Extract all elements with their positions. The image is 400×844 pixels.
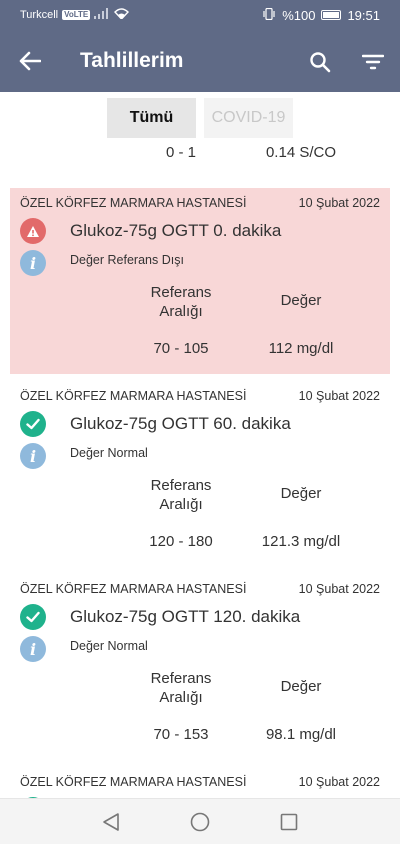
nav-recents-button[interactable] <box>275 809 303 835</box>
result-date: 10 Şubat 2022 <box>298 196 380 210</box>
hospital-name: ÖZEL KÖRFEZ MARMARA HASTANESİ <box>20 196 247 210</box>
status-text: Değer Normal <box>70 639 148 653</box>
result-card[interactable]: ÖZEL KÖRFEZ MARMARA HASTANESİ 10 Şubat 2… <box>10 574 390 760</box>
app-bar: Tahlillerim <box>0 30 400 92</box>
nav-back-icon <box>103 813 119 831</box>
back-arrow-icon <box>19 51 41 71</box>
result-date: 10 Şubat 2022 <box>298 775 380 789</box>
result-value: 0.14 S/CO <box>265 144 337 161</box>
search-button[interactable] <box>300 42 340 82</box>
page-title: Tahlillerim <box>80 49 184 72</box>
info-icon[interactable]: i <box>20 636 46 662</box>
battery-icon <box>321 10 342 20</box>
reference-range-value: 120 - 180 <box>149 533 213 550</box>
status-text: Değer Normal <box>70 446 148 460</box>
reference-range-header: Referans Aralığı <box>150 284 212 320</box>
search-icon <box>310 52 331 73</box>
hospital-name: ÖZEL KÖRFEZ MARMARA HASTANESİ <box>20 389 247 403</box>
carrier-name: Turkcell <box>20 9 59 21</box>
result-date: 10 Şubat 2022 <box>298 389 380 403</box>
result-card[interactable]: ÖZEL KÖRFEZ MARMARA HASTANESİ 10 Şubat 2… <box>10 767 390 798</box>
result-date: 10 Şubat 2022 <box>298 582 380 596</box>
reference-range-value: 0 - 1 <box>165 144 196 161</box>
value-header: Değer <box>280 292 322 309</box>
check-icon <box>20 604 46 630</box>
status-bar: Turkcell VoLTE %100 19:51 <box>0 0 400 30</box>
status-right: %100 19:51 <box>262 7 380 23</box>
previous-result-row: 0 - 1 0.14 S/CO <box>0 144 400 166</box>
value-header: Değer <box>280 678 322 695</box>
status-text: Değer Referans Dışı <box>70 253 184 267</box>
warning-icon <box>20 218 46 244</box>
filter-tabs: Tümü COVID-19 <box>0 98 400 140</box>
result-card[interactable]: ÖZEL KÖRFEZ MARMARA HASTANESİ 10 Şubat 2… <box>10 381 390 567</box>
filter-button[interactable] <box>353 42 393 82</box>
info-icon[interactable]: i <box>20 250 46 276</box>
system-nav-bar <box>0 798 400 844</box>
reference-range-header: Referans Aralığı <box>150 670 212 706</box>
nav-home-button[interactable] <box>186 809 214 835</box>
check-icon <box>20 411 46 437</box>
result-card[interactable]: ÖZEL KÖRFEZ MARMARA HASTANESİ 10 Şubat 2… <box>10 188 390 374</box>
status-left: Turkcell VoLTE <box>20 8 130 22</box>
hospital-name: ÖZEL KÖRFEZ MARMARA HASTANESİ <box>20 775 247 789</box>
network-badge: VoLTE <box>62 10 91 20</box>
test-name: Glukoz-75g OGTT 120. dakika <box>70 607 301 626</box>
test-name: Glukoz-75g OGTT 0. dakika <box>70 221 282 240</box>
hospital-name: ÖZEL KÖRFEZ MARMARA HASTANESİ <box>20 582 247 596</box>
info-icon[interactable]: i <box>20 443 46 469</box>
filter-icon <box>362 54 384 70</box>
test-name: Glukoz-75g OGTT 60. dakika <box>70 414 291 433</box>
tab-all[interactable]: Tümü <box>107 98 196 138</box>
wifi-icon <box>114 8 130 22</box>
vibrate-icon <box>262 7 276 23</box>
nav-home-icon <box>190 812 210 832</box>
tab-covid-19[interactable]: COVID-19 <box>204 98 293 138</box>
nav-back-button[interactable] <box>97 809 125 835</box>
result-value: 121.3 mg/dl <box>261 533 341 550</box>
reference-range-header: Referans Aralığı <box>150 477 212 513</box>
reference-range-value: 70 - 105 <box>153 340 209 357</box>
battery-percent: %100 <box>282 7 316 23</box>
clock: 19:51 <box>347 7 380 23</box>
value-header: Değer <box>280 485 322 502</box>
result-value: 112 mg/dl <box>268 340 334 357</box>
back-button[interactable] <box>0 30 60 92</box>
reference-range-value: 70 - 153 <box>153 726 209 743</box>
result-value: 98.1 mg/dl <box>265 726 337 743</box>
nav-recents-icon <box>280 813 298 831</box>
signal-icon <box>94 8 110 22</box>
